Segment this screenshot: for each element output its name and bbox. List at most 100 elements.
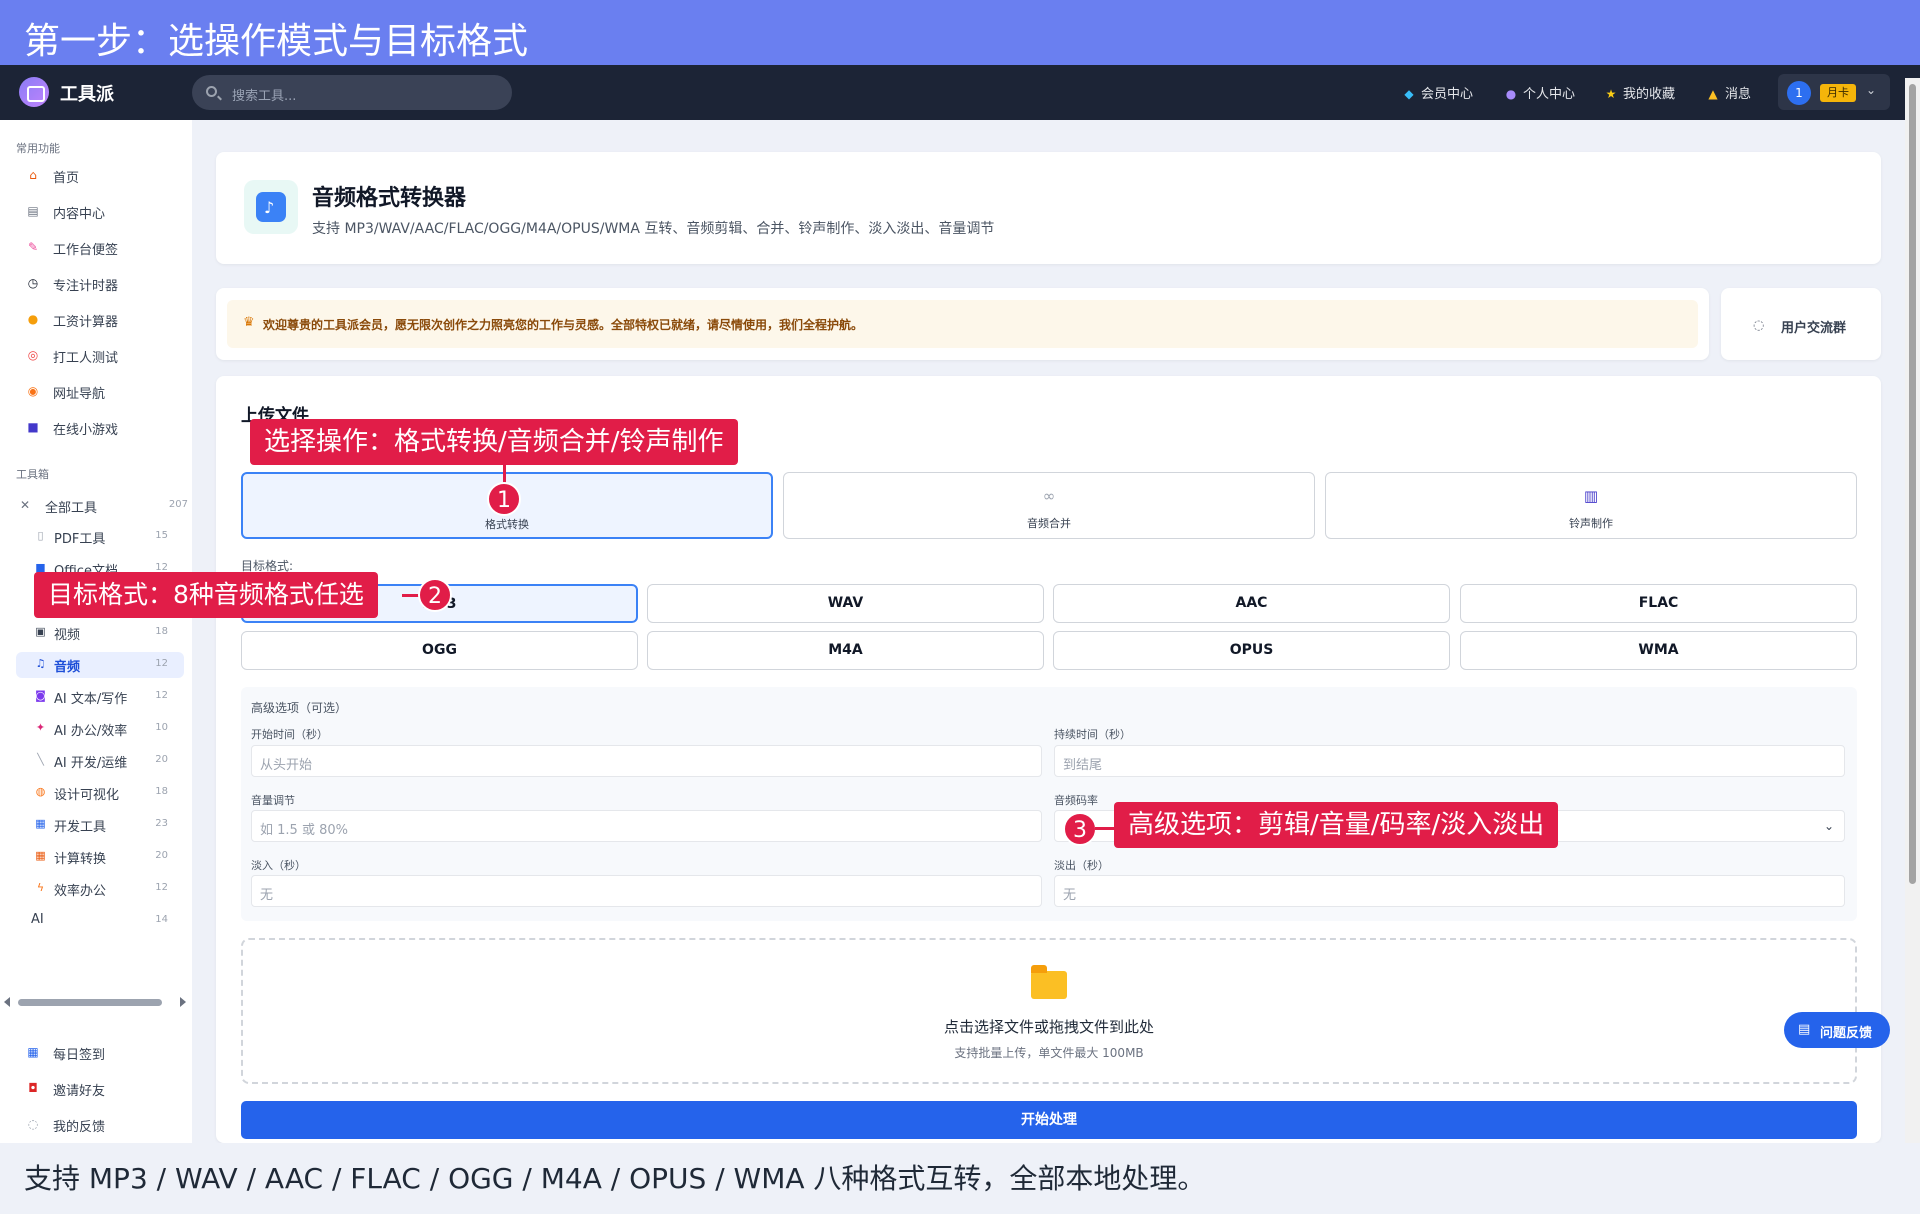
search-input[interactable]: 搜索工具...: [192, 75, 512, 110]
note-icon: ✎: [27, 240, 39, 254]
sidebar: 常用功能 ⌂ 首页 ▤ 内容中心 ✎ 工作台便签 ◷ 专注计时器 ● 工资计算器 ◎ 打工人…: [0, 120, 192, 1143]
sidebar-item-count: 20: [155, 850, 168, 861]
operation-ringtone-button[interactable]: ▥ 铃声制作: [1325, 472, 1857, 539]
callout-marker-1: 1: [487, 482, 521, 516]
fade-in-input[interactable]: 无: [251, 875, 1042, 907]
sidebar-item-pdf[interactable]: ▯ PDF工具 15: [34, 524, 184, 550]
sidebar-item-all-tools[interactable]: ✕ 全部工具 207: [18, 493, 188, 519]
scroll-right-icon[interactable]: [180, 997, 186, 1007]
user-menu[interactable]: 1 月卡 ⌄: [1778, 74, 1890, 110]
format-wma-button[interactable]: WMA: [1460, 631, 1857, 670]
sidebar-item-label: 效率办公: [54, 884, 107, 899]
start-processing-button[interactable]: 开始处理: [241, 1101, 1857, 1139]
sidebar-item-label: 网址导航: [53, 387, 106, 402]
sidebar-item-count: 15: [155, 530, 168, 541]
format-ogg-button[interactable]: OGG: [241, 631, 638, 670]
sidebar-item-design[interactable]: ◍ 设计可视化 18: [34, 780, 184, 806]
sidebar-item-count: 20: [155, 754, 168, 765]
duration-input[interactable]: 到结尾: [1054, 745, 1845, 777]
sidebar-item-label: 全部工具: [45, 501, 98, 516]
sidebar-item-notes[interactable]: ✎ 工作台便签: [26, 235, 186, 261]
nav-personal-center[interactable]: ● 个人中心: [1504, 83, 1575, 102]
sidebar-item-home[interactable]: ⌂ 首页: [26, 163, 186, 189]
timer-icon: ◷: [27, 276, 39, 290]
volume-input[interactable]: 如 1.5 或 80%: [251, 810, 1042, 842]
start-time-placeholder: 从头开始: [260, 758, 313, 773]
home-icon: ⌂: [29, 168, 37, 182]
sidebar-item-invite[interactable]: ◘ 邀请好友: [26, 1076, 186, 1102]
nav-messages[interactable]: ▲ 消息: [1706, 83, 1751, 102]
sidebar-item-label: 我的反馈: [53, 1120, 106, 1135]
file-drop-zone[interactable]: 点击选择文件或拖拽文件到此处 支持批量上传，单文件最大 100MB: [241, 938, 1857, 1084]
ai-dev-icon: ╲: [37, 753, 44, 766]
fade-in-placeholder: 无: [260, 888, 274, 903]
sidebar-item-label: 计算转换: [54, 852, 107, 867]
sidebar-item-count: 12: [155, 690, 168, 701]
format-aac-button[interactable]: AAC: [1053, 584, 1450, 623]
sidebar-item-label: AI 开发/运维: [54, 756, 128, 771]
app-topbar: 工具派 搜索工具... ◆ 会员中心 ● 个人中心 ★ 我的收藏 ▲ 消息 1 月卡 ⌄: [0, 65, 1920, 120]
sidebar-item-audio[interactable]: ♫ 音频 12: [16, 652, 184, 678]
crown-icon: ♛: [243, 315, 255, 330]
sidebar-item-label: 在线小游戏: [53, 423, 119, 438]
sidebar-item-ai-writing[interactable]: ◙ AI 文本/写作 12: [34, 684, 184, 710]
palette-icon: ◍: [35, 785, 46, 798]
volume-label: 音量调节: [251, 794, 295, 807]
sidebar-item-dev-tools[interactable]: ▦ 开发工具 23: [34, 812, 184, 838]
sidebar-section-tools: 工具箱: [16, 468, 49, 481]
membership-badge: 月卡: [1820, 84, 1856, 102]
folder-icon: [1031, 965, 1067, 999]
format-m4a-button[interactable]: M4A: [647, 631, 1044, 670]
sidebar-item-label: 开发工具: [54, 820, 107, 835]
fade-out-input[interactable]: 无: [1054, 875, 1845, 907]
sidebar-item-ai[interactable]: AI 14: [31, 908, 184, 934]
gift-icon: ◘: [28, 1081, 38, 1095]
sidebar-item-label: AI 文本/写作: [54, 692, 128, 707]
nav-favorites[interactable]: ★ 我的收藏: [1604, 83, 1675, 102]
format-flac-button[interactable]: FLAC: [1460, 584, 1857, 623]
scrollbar-thumb[interactable]: [18, 999, 162, 1006]
scroll-left-icon[interactable]: [4, 997, 10, 1007]
sidebar-item-ai-office[interactable]: ✦ AI 办公/效率 10: [34, 716, 184, 742]
sidebar-item-count: 14: [155, 914, 168, 925]
drop-zone-hint: 支持批量上传，单文件最大 100MB: [954, 1046, 1144, 1060]
sidebar-item-ai-dev[interactable]: ╲ AI 开发/运维 20: [34, 748, 184, 774]
volume-placeholder: 如 1.5 或 80%: [260, 823, 348, 838]
user-icon: ●: [1505, 87, 1517, 101]
sidebar-item-timer[interactable]: ◷ 专注计时器: [26, 271, 186, 297]
sidebar-item-label: 设计可视化: [54, 788, 120, 803]
sidebar-item-games[interactable]: ■ 在线小游戏: [26, 415, 186, 441]
sidebar-item-label: 工作台便签: [53, 243, 119, 258]
callout-marker-2: 2: [418, 578, 452, 612]
feedback-button[interactable]: ▤ 问题反馈: [1784, 1012, 1890, 1048]
ai-office-icon: ✦: [35, 721, 46, 734]
sidebar-item-calc[interactable]: ▦ 计算转换 20: [34, 844, 184, 870]
sidebar-item-label: 首页: [53, 171, 80, 186]
format-wav-button[interactable]: WAV: [647, 584, 1044, 623]
sidebar-item-efficiency[interactable]: ϟ 效率办公 12: [34, 876, 184, 902]
sidebar-item-checkin[interactable]: ▦ 每日签到: [26, 1040, 186, 1066]
sidebar-item-salary[interactable]: ● 工资计算器: [26, 307, 186, 333]
music-icon: ♫: [35, 657, 46, 670]
nav-member-center[interactable]: ◆ 会员中心: [1402, 83, 1473, 102]
page-vertical-scrollbar[interactable]: [1905, 78, 1920, 1143]
sidebar-item-nav[interactable]: ◉ 网址导航: [26, 379, 186, 405]
sidebar-item-video[interactable]: ▣ 视频 18: [34, 620, 184, 646]
sidebar-item-label: 音频: [54, 660, 81, 675]
format-opus-button[interactable]: OPUS: [1053, 631, 1450, 670]
callout-advanced: 高级选项：剪辑/音量/码率/淡入淡出: [1114, 802, 1559, 848]
start-time-input[interactable]: 从头开始: [251, 745, 1042, 777]
sidebar-item-content[interactable]: ▤ 内容中心: [26, 199, 186, 225]
sidebar-item-count: 12: [155, 882, 168, 893]
user-group-button[interactable]: ◌ 用户交流群: [1721, 288, 1881, 360]
app-name[interactable]: 工具派: [60, 80, 114, 106]
logo-icon[interactable]: [19, 77, 49, 107]
operation-merge-button[interactable]: ∞ 音频合并: [783, 472, 1315, 539]
drop-zone-instruction: 点击选择文件或拖拽文件到此处: [943, 1018, 1154, 1036]
scrollbar-thumb[interactable]: [1909, 84, 1916, 884]
sidebar-item-test[interactable]: ◎ 打工人测试: [26, 343, 186, 369]
duration-placeholder: 到结尾: [1063, 758, 1103, 773]
sidebar-item-feedback[interactable]: ◌ 我的反馈: [26, 1112, 186, 1138]
chat-icon: ◌: [27, 1117, 39, 1131]
sidebar-horizontal-scrollbar[interactable]: [0, 994, 192, 1008]
